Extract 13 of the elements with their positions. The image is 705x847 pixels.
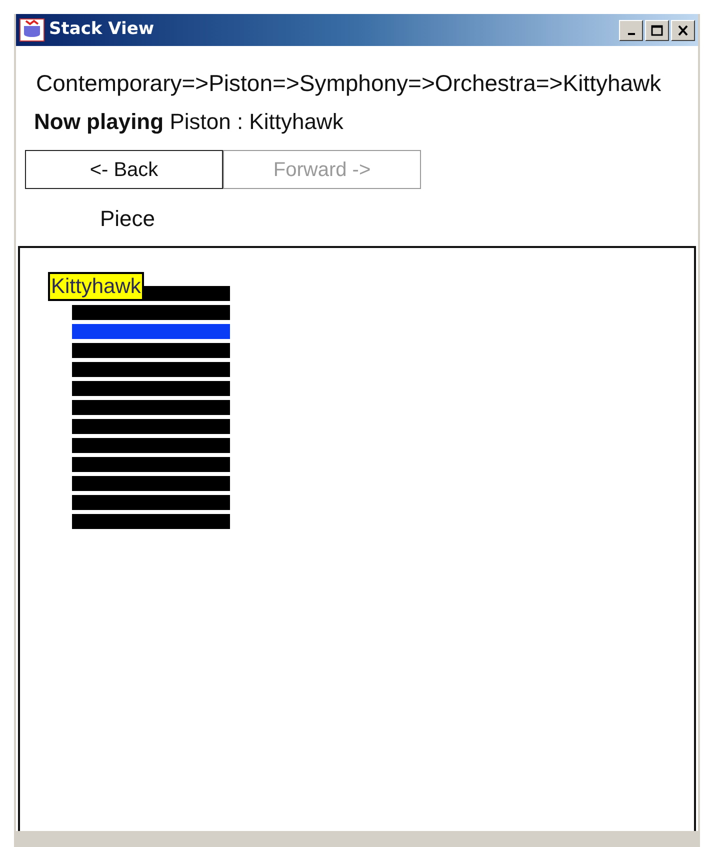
minimize-button[interactable] — [619, 20, 643, 40]
column-label: Piece — [100, 206, 156, 232]
now-playing-text: Now playing Piston : Kittyhawk — [34, 109, 344, 135]
close-button[interactable] — [671, 20, 695, 40]
minimize-icon — [628, 33, 634, 35]
back-button[interactable]: <- Back — [25, 150, 223, 189]
breadcrumb-path: Contemporary=>Piston=>Symphony=>Orchestra=>Kittyhawk — [36, 70, 662, 96]
maximize-button[interactable] — [645, 20, 669, 40]
close-icon — [677, 24, 689, 36]
app-icon — [19, 18, 45, 42]
maximize-icon — [651, 24, 663, 36]
name-tooltip: Kittyhawk — [48, 272, 144, 301]
window-title: Stack View — [49, 18, 154, 42]
